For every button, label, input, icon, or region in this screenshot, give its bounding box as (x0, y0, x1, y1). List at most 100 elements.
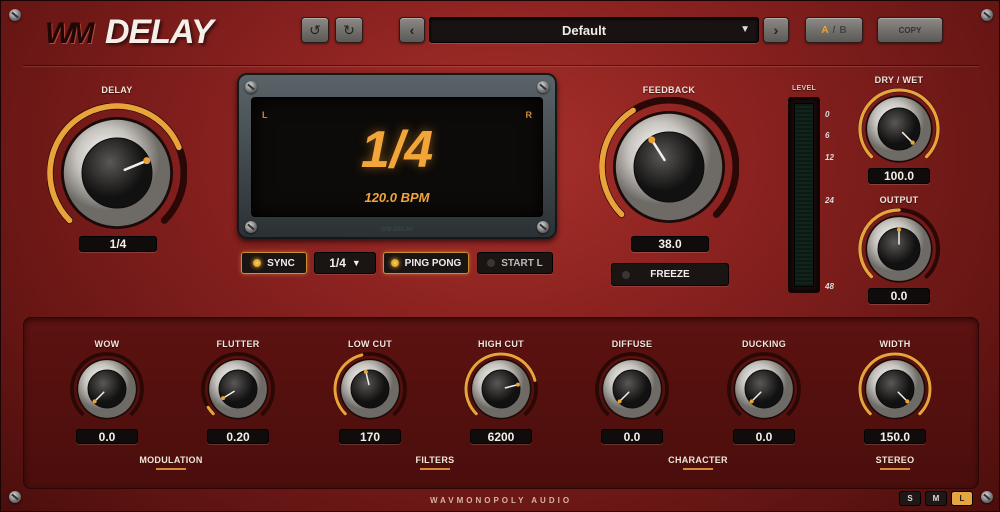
knob-cap (633, 131, 705, 203)
knob-graphic (598, 96, 740, 223)
knob-label-ducking: DUCKING (741, 339, 787, 349)
display-bpm: 120.0 BPM (364, 190, 430, 205)
knob-pointer-dot (896, 227, 902, 232)
size-medium-button[interactable]: M (925, 491, 947, 506)
size-small-button[interactable]: S (899, 491, 921, 506)
knob-value-high-cut[interactable]: 6200 (470, 429, 532, 444)
screw (9, 9, 21, 21)
wow-knob[interactable] (69, 351, 145, 427)
ping-pong-led-icon (390, 259, 399, 267)
caret-down-icon: ▼ (740, 24, 750, 35)
start-label: START L (501, 257, 543, 269)
sync-led-icon (253, 259, 262, 267)
copy-button[interactable]: COPY (877, 17, 943, 43)
redo-button[interactable]: ↻ (335, 17, 363, 43)
knob-label-flutter: FLUTTER (216, 339, 260, 349)
knob-pointer-dot (92, 399, 97, 404)
feedback-value[interactable]: 38.0 (631, 236, 709, 252)
header-divider (23, 65, 979, 66)
dry-wet-knob[interactable] (857, 87, 941, 171)
knob-graphic (46, 102, 188, 229)
knob-graphic (464, 352, 538, 420)
knob-pointer-dot (515, 382, 520, 387)
plugin-window: WM DELAY ↺ ↻ ‹ Default ▼ › A / B COPY DE… (0, 0, 1000, 512)
knob-graphic (70, 352, 144, 420)
brand-footer: WAVMONOPOLY AUDIO (429, 496, 573, 505)
redo-icon: ↻ (343, 21, 355, 38)
output-knob[interactable] (857, 207, 941, 291)
knob-graphic (858, 352, 932, 420)
delay-display: L R 1/4 120.0 BPM WM DELAY (237, 73, 557, 239)
screw (981, 9, 993, 21)
chevron-left-icon: ‹ (409, 22, 415, 38)
group-underline (683, 468, 713, 470)
knob-pointer-dot (648, 136, 656, 144)
dry-wet-value[interactable]: 100.0 (868, 168, 930, 184)
flutter-knob[interactable] (200, 351, 276, 427)
level-label: LEVEL (791, 85, 817, 92)
delay-knob[interactable] (46, 102, 188, 243)
undo-button[interactable]: ↺ (301, 17, 329, 43)
display-left-label: L (262, 110, 268, 120)
display-footer-logo: WM DELAY (380, 227, 414, 233)
sync-label: SYNC (267, 257, 295, 269)
group-label-modulation: MODULATION (139, 455, 203, 465)
group-label-stereo: STEREO (875, 455, 915, 465)
start-led-icon (487, 259, 496, 267)
knob-pointer-dot (221, 396, 226, 401)
division-select[interactable]: 1/4 ▼ (314, 252, 376, 274)
ducking-knob[interactable] (726, 351, 802, 427)
group-label-filters: FILTERS (415, 455, 455, 465)
preset-selector[interactable]: Default ▼ (429, 17, 759, 43)
knob-value-ducking[interactable]: 0.0 (733, 429, 795, 444)
sync-toggle[interactable]: SYNC (241, 252, 307, 274)
dry-wet-label: DRY / WET (874, 75, 924, 85)
knob-graphic (727, 352, 801, 420)
output-value[interactable]: 0.0 (868, 288, 930, 304)
knob-pointer-dot (749, 399, 754, 404)
next-preset-button[interactable]: › (763, 17, 789, 43)
diffuse-knob[interactable] (594, 351, 670, 427)
feedback-knob[interactable] (598, 96, 740, 237)
knob-cap (218, 369, 258, 409)
knob-value-wow[interactable]: 0.0 (76, 429, 138, 444)
group-underline (880, 468, 910, 470)
group-label-character: CHARACTER (668, 455, 728, 465)
ping-pong-toggle[interactable]: PING PONG (383, 252, 469, 274)
width-knob[interactable] (857, 351, 933, 427)
knob-pointer-dot (363, 370, 368, 375)
undo-icon: ↺ (309, 21, 321, 38)
freeze-toggle[interactable]: FREEZE (611, 263, 729, 286)
start-side-toggle[interactable]: START L (477, 252, 553, 274)
high-cut-knob[interactable] (463, 351, 539, 427)
freeze-label: FREEZE (650, 269, 690, 280)
ab-separator: / (832, 24, 836, 36)
knob-label-wow: WOW (94, 339, 120, 349)
screw (537, 81, 549, 93)
low-cut-knob[interactable] (332, 351, 408, 427)
knob-graphic (857, 207, 941, 283)
knob-graphic (201, 352, 275, 420)
meter-tick: 48 (825, 282, 834, 291)
knob-value-diffuse[interactable]: 0.0 (601, 429, 663, 444)
ab-b-label: B (839, 24, 847, 36)
knob-value-flutter[interactable]: 0.20 (207, 429, 269, 444)
knob-graphic (857, 87, 941, 163)
knob-pointer-dot (905, 399, 910, 404)
caret-down-icon: ▼ (351, 258, 361, 268)
knob-cap (481, 369, 521, 409)
knob-value-low-cut[interactable]: 170 (339, 429, 401, 444)
feedback-label: FEEDBACK (642, 85, 696, 95)
knob-graphic (333, 352, 407, 420)
delay-value[interactable]: 1/4 (79, 236, 157, 252)
knob-pointer-dot (143, 157, 151, 165)
group-underline (156, 468, 186, 470)
display-division: 1/4 (360, 121, 434, 179)
size-large-button[interactable]: L (951, 491, 973, 506)
knob-value-width[interactable]: 150.0 (864, 429, 926, 444)
meter-tick: 0 (825, 110, 830, 119)
prev-preset-button[interactable]: ‹ (399, 17, 425, 43)
ab-compare-button[interactable]: A / B (805, 17, 863, 43)
knob-pointer-dot (617, 399, 622, 404)
delay-label: DELAY (101, 85, 133, 95)
